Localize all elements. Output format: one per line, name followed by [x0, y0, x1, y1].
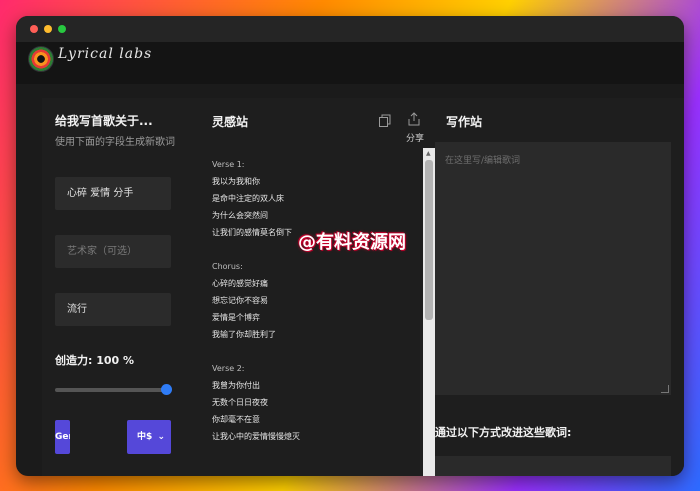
language-select-label: 中$ — [137, 432, 153, 442]
brand-name[interactable]: Lyrical labs — [58, 46, 152, 62]
topic-input[interactable]: 心碎 爱情 分手 — [55, 177, 171, 210]
window-titlebar — [16, 16, 684, 42]
lyric-line: 想忘记你不容易 — [212, 296, 268, 305]
watermark-text: @有料资源网 — [298, 232, 406, 253]
genre-input[interactable]: 流行 — [55, 293, 171, 326]
lyric-line: 我曾为你付出 — [212, 381, 260, 390]
writing-title: 写作站 — [446, 115, 483, 129]
copy-icon[interactable] — [378, 114, 392, 128]
lyrics-editor[interactable]: 在这里写/编辑歌词 — [435, 142, 671, 395]
creativity-label-text: 创造力: — [55, 354, 93, 367]
improve-heading: 通过以下方式改进这些歌词: — [435, 426, 572, 439]
editor-placeholder: 在这里写/编辑歌词 — [445, 156, 521, 166]
verse1-tag: Verse 1: — [212, 160, 245, 169]
lyric-line: 让我心中的爱情慢慢熄灭 — [212, 432, 300, 441]
scroll-up-icon[interactable]: ▲ — [426, 150, 431, 157]
artist-input[interactable]: 艺术家（可选） — [55, 235, 171, 268]
generator-subtitle: 使用下面的字段生成新歌词 — [55, 137, 175, 148]
share-label[interactable]: 分享 — [406, 131, 424, 144]
lyrics-output: Verse 1: 我以为我和你 是命中注定的双人床 为什么会突然间 让我们的感情… — [212, 156, 422, 445]
creativity-slider-thumb[interactable] — [161, 384, 172, 395]
lyric-line: 我以为我和你 — [212, 177, 260, 186]
lyric-line: 是命中注定的双人床 — [212, 194, 284, 203]
verse2-tag: Verse 2: — [212, 364, 245, 373]
creativity-value: 100 % — [96, 354, 135, 367]
brand-logo-icon[interactable] — [28, 46, 54, 72]
lyric-line: 心碎的感觉好痛 — [212, 279, 268, 288]
lyric-line: 为什么会突然间 — [212, 211, 268, 220]
creativity-slider-track[interactable] — [55, 388, 167, 392]
maximize-window-button[interactable] — [58, 25, 66, 33]
lyric-line: 爱情是个博弈 — [212, 313, 260, 322]
scrollbar-thumb[interactable] — [425, 160, 433, 320]
language-select[interactable]: 中$ ⌄ — [127, 420, 171, 454]
resize-handle-icon[interactable] — [661, 385, 669, 393]
lyric-line: 无数个日日夜夜 — [212, 398, 268, 407]
inspiration-title: 灵感站 — [212, 115, 249, 129]
lyric-line: 你却毫不在意 — [212, 415, 260, 424]
stanza-gap — [212, 343, 422, 360]
minimize-window-button[interactable] — [44, 25, 52, 33]
generate-button[interactable]: Gen — [55, 420, 70, 454]
main-app-panel: 给我写首歌关于... 使用下面的字段生成新歌词 心碎 爱情 分手 艺术家（可选）… — [42, 98, 684, 476]
generator-title: 给我写首歌关于... — [55, 114, 153, 128]
creativity-label: 创造力: 100 % — [55, 352, 134, 368]
lyrics-scrollbar[interactable]: ▲ — [423, 148, 435, 476]
chorus-tag: Chorus: — [212, 262, 243, 271]
improve-options-area[interactable] — [435, 456, 671, 476]
chevron-down-icon: ⌄ — [157, 432, 165, 442]
lyric-line: 我输了你却胜利了 — [212, 330, 276, 339]
share-icon[interactable] — [407, 112, 421, 126]
close-window-button[interactable] — [30, 25, 38, 33]
